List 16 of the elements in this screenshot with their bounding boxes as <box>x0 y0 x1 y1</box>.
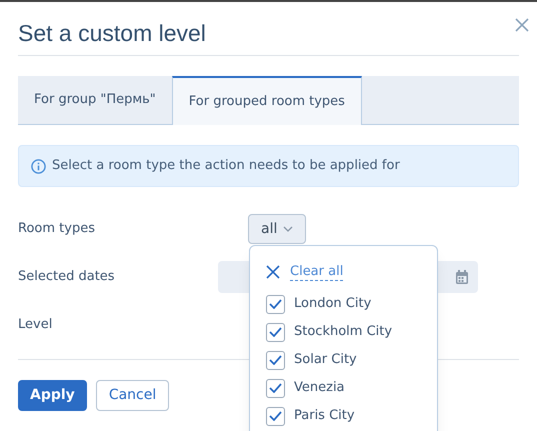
option-label[interactable]: London City <box>294 294 372 314</box>
field-label: Selected dates <box>18 268 116 286</box>
dialog-title: Set a custom level <box>18 19 206 48</box>
info-text: Select a room type the action needs to be applied for <box>52 157 400 176</box>
tab[interactable]: For group "Пермь" <box>18 76 172 124</box>
option-label[interactable]: Paris City <box>294 406 355 426</box>
apply-button[interactable]: Apply <box>18 380 87 411</box>
option-label[interactable]: Stockholm City <box>294 322 392 342</box>
field-label: Level <box>18 316 54 334</box>
field-label: Room types <box>18 220 96 238</box>
cancel-button[interactable]: Cancel <box>96 380 170 411</box>
option-label[interactable]: Solar City <box>294 350 357 370</box>
option-label[interactable]: Venezia <box>294 378 345 398</box>
room-types-dropdown[interactable]: all <box>248 214 306 244</box>
tab[interactable]: For grouped room types <box>172 76 362 125</box>
clear-all-link[interactable]: Clear all <box>290 264 344 280</box>
